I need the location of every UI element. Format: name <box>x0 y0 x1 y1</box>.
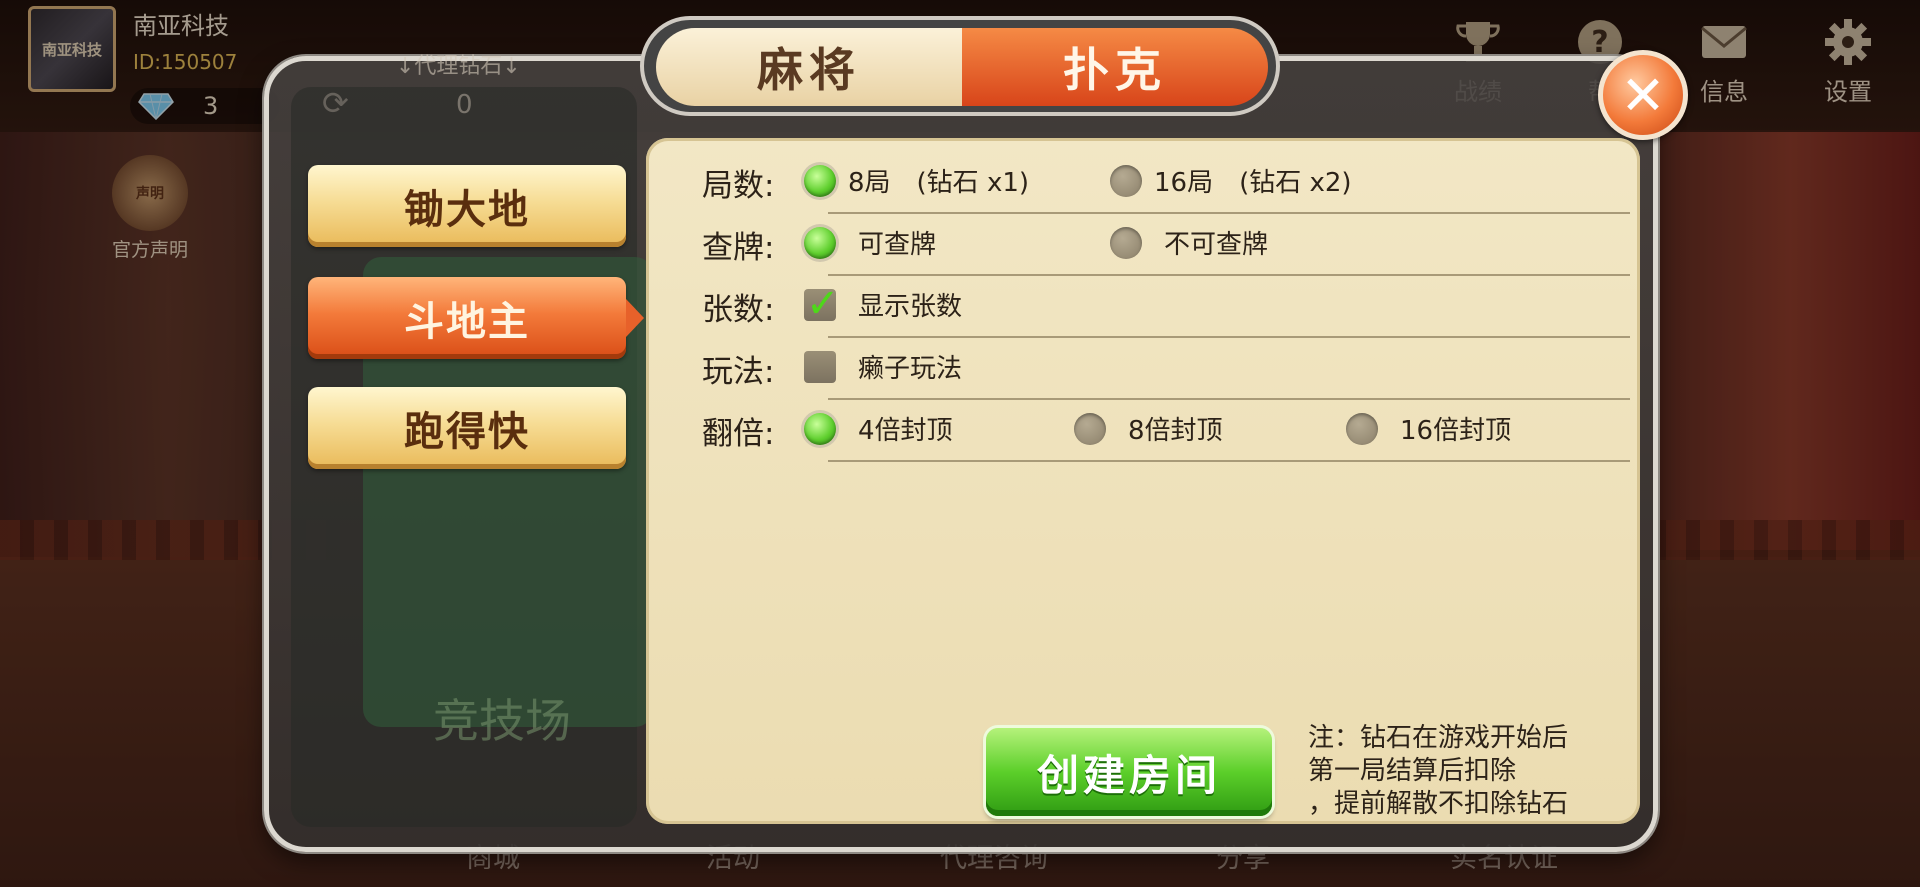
checkbox-checked-icon <box>804 281 840 327</box>
create-room-button[interactable]: 创建房间 <box>986 728 1272 816</box>
left-panel-faint-text: 竞技场 <box>433 694 571 748</box>
rounds-option-16-label: 16局 (钻石 x2) <box>1154 168 1352 198</box>
checkbox-unchecked-icon <box>804 350 836 383</box>
rounds-row: 局数: 8局 (钻石 x1) 16局 (钻石 x2) <box>674 152 1630 214</box>
rounds-option-8[interactable]: 8局 (钻石 x1) <box>804 162 1029 199</box>
tab-poker[interactable]: 扑克 <box>962 28 1268 106</box>
multiplier-row: 翻倍: 4倍封顶 8倍封顶 16倍封顶 <box>674 400 1630 462</box>
game-doudizhu-button[interactable]: 斗地主 <box>308 277 644 359</box>
radio-selected-icon <box>804 226 836 259</box>
faint-count: 0 <box>456 90 473 120</box>
multiplier-option-8[interactable]: 8倍封顶 <box>1074 410 1223 447</box>
radio-unselected-icon <box>1110 226 1142 259</box>
agent-diamond-label: ↓代理钻石↓ <box>396 54 521 79</box>
note-line-1: 注：钻石在游戏开始后 <box>1308 723 1569 753</box>
multiplier-option-4-label: 4倍封顶 <box>858 416 953 446</box>
rounds-option-8-label: 8局 (钻石 x1) <box>848 168 1030 198</box>
peek-label: 查牌: <box>702 230 775 266</box>
radio-unselected-icon <box>1074 412 1106 445</box>
rounds-option-16[interactable]: 16局 (钻石 x2) <box>1110 162 1352 199</box>
peek-option-deny[interactable]: 不可查牌 <box>1110 224 1268 261</box>
peek-option-deny-label: 不可查牌 <box>1164 230 1269 260</box>
close-icon: ✕ <box>1620 63 1666 127</box>
count-label: 张数: <box>702 292 775 328</box>
diamond-note: 注：钻石在游戏开始后 第一局结算后扣除 ，提前解散不扣除钻石 <box>1308 722 1628 821</box>
multiplier-option-8-label: 8倍封顶 <box>1128 416 1223 446</box>
category-tabs: 麻将 扑克 <box>640 16 1280 116</box>
radio-unselected-icon <box>1346 412 1378 445</box>
close-button[interactable]: ✕ <box>1598 50 1688 140</box>
peek-row: 查牌: 可查牌 不可查牌 <box>674 214 1630 276</box>
radio-unselected-icon <box>1110 164 1142 197</box>
peek-option-allow[interactable]: 可查牌 <box>804 224 936 261</box>
mode-row: 玩法: 癞子玩法 <box>674 338 1630 400</box>
multiplier-option-4[interactable]: 4倍封顶 <box>804 410 953 447</box>
wildcard-mode-checkbox[interactable]: 癞子玩法 <box>804 348 962 385</box>
multiplier-label: 翻倍: <box>702 416 775 452</box>
count-row: 张数: 显示张数 <box>674 276 1630 338</box>
game-chudadi-button[interactable]: 锄大地 <box>308 165 626 247</box>
peek-option-allow-label: 可查牌 <box>858 230 937 260</box>
note-line-2: 第一局结算后扣除 <box>1308 756 1517 786</box>
row-divider <box>828 460 1630 462</box>
game-paodekuai-button[interactable]: 跑得快 <box>308 387 626 469</box>
note-line-3: ，提前解散不扣除钻石 <box>1308 789 1569 819</box>
tab-mahjong[interactable]: 麻将 <box>656 28 962 106</box>
show-count-label: 显示张数 <box>858 292 963 322</box>
radio-selected-icon <box>804 412 836 445</box>
show-count-checkbox[interactable]: 显示张数 <box>804 281 963 327</box>
wildcard-mode-label: 癞子玩法 <box>858 354 963 384</box>
rounds-label: 局数: <box>702 168 775 204</box>
radio-selected-icon <box>804 164 836 197</box>
mode-label: 玩法: <box>702 354 775 390</box>
refresh-icon: ⟳ <box>322 84 349 122</box>
multiplier-option-16-label: 16倍封顶 <box>1400 416 1512 446</box>
multiplier-option-16[interactable]: 16倍封顶 <box>1346 410 1511 447</box>
